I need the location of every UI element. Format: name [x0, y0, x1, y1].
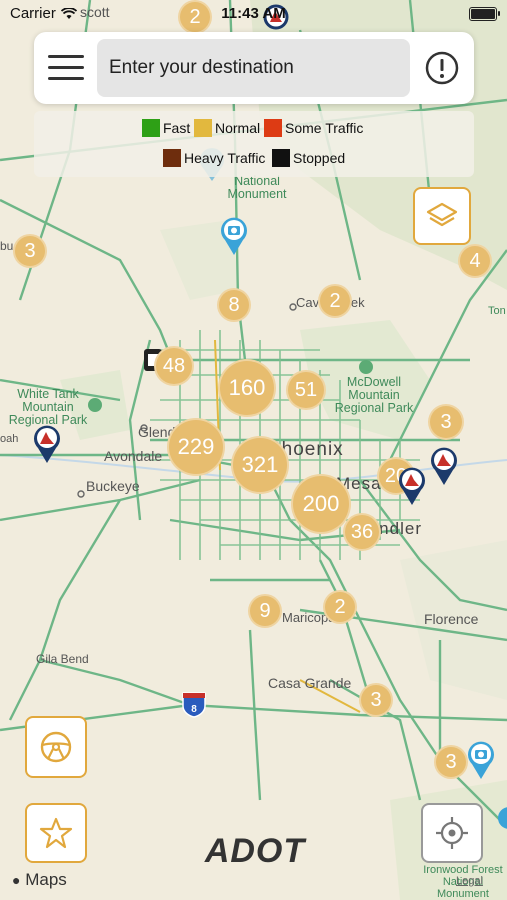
legend-swatch: [194, 119, 212, 137]
map-label: White Tank Mountain Regional Park: [8, 387, 88, 427]
locate-me-button[interactable]: [421, 803, 483, 863]
status-time: 11:43 AM: [221, 5, 286, 22]
camera-pin-icon[interactable]: [466, 740, 496, 780]
info-icon[interactable]: [425, 51, 459, 85]
maps-attribution[interactable]: ● Maps: [12, 870, 67, 890]
incident-cluster[interactable]: 9: [248, 594, 282, 628]
svg-text:8: 8: [191, 704, 197, 715]
layers-icon: [426, 202, 458, 227]
legend-stopped: Stopped: [272, 149, 345, 167]
legend-fast: Fast: [142, 119, 190, 137]
map-label: Florence: [424, 611, 479, 627]
legend-heavy-traffic: Heavy Traffic: [163, 149, 265, 167]
legend-label: Normal: [215, 120, 261, 136]
crosshair-icon: [436, 817, 468, 849]
incident-cluster[interactable]: 48: [154, 346, 194, 386]
incident-cluster[interactable]: 2: [323, 590, 357, 624]
favorites-button[interactable]: [25, 803, 87, 863]
map-label: Ton: [488, 305, 506, 317]
incident-cluster[interactable]: 3: [359, 683, 393, 717]
map-label: oah: [0, 433, 19, 445]
legend-swatch: [272, 149, 290, 167]
legend-label: Fast: [163, 120, 191, 136]
menu-button[interactable]: [48, 52, 84, 84]
traffic-legend: Fast Normal Some Traffic Heavy Traffic S…: [34, 111, 474, 177]
camera-pin-icon[interactable]: [219, 216, 249, 256]
apple-logo-icon: ●: [12, 872, 21, 888]
incident-cluster[interactable]: 3: [428, 404, 464, 440]
adot-logo: ADOT: [204, 832, 308, 868]
hamburger-line: [48, 66, 84, 69]
incident-cluster[interactable]: 3: [434, 745, 468, 779]
maps-attribution-label: Maps: [25, 870, 67, 889]
incident-pin-icon[interactable]: [397, 466, 427, 506]
map-label: Gila Bend: [36, 652, 89, 666]
map-label: McDowell Mountain Regional Park: [334, 375, 414, 415]
legend-swatch: [163, 149, 181, 167]
destination-search-input[interactable]: [97, 39, 410, 97]
hamburger-line: [48, 77, 84, 80]
incident-cluster[interactable]: 4: [458, 244, 492, 278]
camera-pin-icon[interactable]: [495, 806, 507, 834]
steering-wheel-icon: [40, 731, 72, 763]
map-label: bu: [0, 239, 14, 253]
legend-label: Heavy Traffic: [184, 150, 266, 166]
map-label: Casa Grande: [268, 675, 352, 691]
adot-logo-text: ADOT: [204, 832, 308, 868]
legend-some-traffic: Some Traffic: [264, 119, 363, 137]
hamburger-menu-icon: [48, 55, 84, 58]
status-bar: Carrier 11:43 AM: [0, 0, 507, 28]
battery-icon: [469, 7, 500, 21]
incident-cluster[interactable]: 160: [218, 359, 276, 417]
incident-cluster[interactable]: 8: [217, 288, 251, 322]
search-card: [34, 32, 474, 104]
legend-label: Some Traffic: [285, 120, 364, 136]
interstate-8-shield: 8: [182, 692, 206, 718]
incident-cluster[interactable]: 321: [231, 436, 289, 494]
star-icon: [39, 817, 73, 849]
incident-cluster[interactable]: 51: [286, 370, 326, 410]
legend-normal: Normal: [194, 119, 260, 137]
map-label: National Monument: [227, 174, 287, 201]
legal-link[interactable]: Legal: [456, 875, 483, 887]
legend-label: Stopped: [293, 150, 346, 166]
incident-pin-icon[interactable]: [429, 446, 459, 486]
layers-button[interactable]: [413, 187, 471, 245]
incident-pin-icon[interactable]: [32, 424, 62, 464]
incident-cluster[interactable]: 36: [343, 513, 381, 551]
legend-swatch: [264, 119, 282, 137]
map-label: Buckeye: [86, 478, 140, 494]
incident-cluster[interactable]: 2: [318, 284, 352, 318]
incident-cluster[interactable]: 200: [291, 474, 351, 534]
legend-swatch: [142, 119, 160, 137]
map-label: Avondale: [104, 448, 163, 464]
incident-cluster[interactable]: 3: [13, 234, 47, 268]
incident-cluster[interactable]: 229: [167, 418, 225, 476]
drive-mode-button[interactable]: [25, 716, 87, 778]
